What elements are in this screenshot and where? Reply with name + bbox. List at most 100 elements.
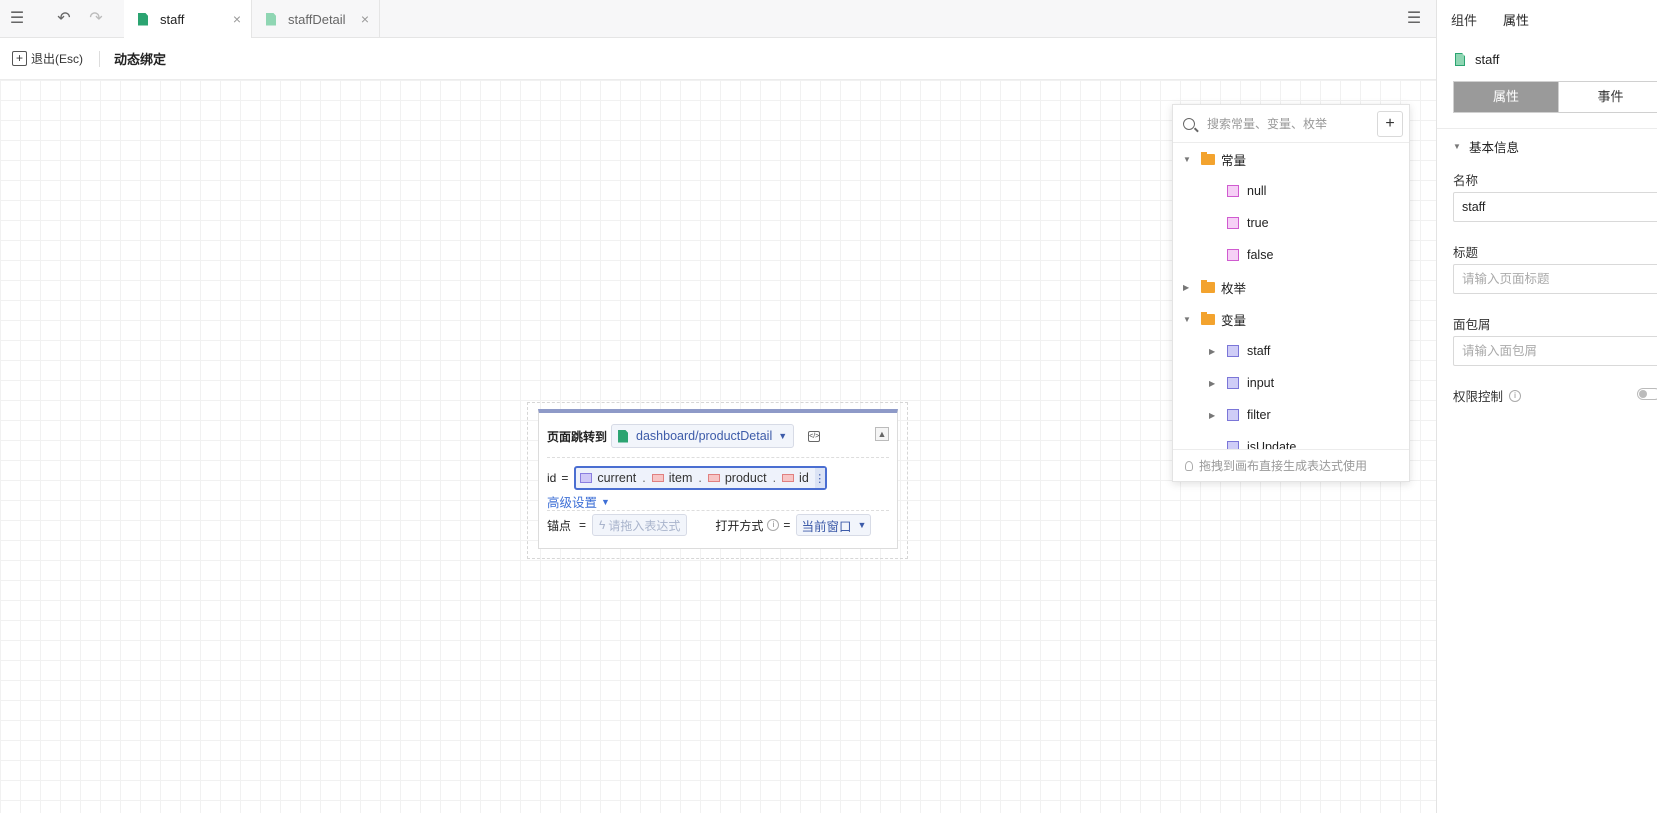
permission-label: 权限控制 [1453,390,1504,404]
info-icon[interactable]: i [1509,389,1522,402]
equals-sign: = [561,471,569,485]
page-jump-node[interactable]: 页面跳转到 dashboard/productDetail ▼ </> ▲ id… [538,409,898,549]
param-name: id [547,471,557,485]
collapse-icon[interactable]: ▼ [1453,142,1461,151]
name-input[interactable]: staff [1453,192,1657,222]
section-title: 基本信息 [1469,141,1520,155]
folder-icon [1201,311,1215,325]
chevron-down-icon: ▼ [857,520,867,530]
advanced-settings-link[interactable]: 高级设置 [547,492,597,511]
more-icon[interactable]: ⋮ [814,468,825,488]
tree-item-staff[interactable]: ▶ staff [1209,341,1270,361]
folder-icon [1201,151,1215,165]
undo-icon[interactable]: ↶ [54,9,74,29]
properties-panel: 组件 属性 staff 属性 事件 ▼ 基本信息 名称 staff 标题 请输入… [1436,0,1657,813]
tree-item-null[interactable]: null [1227,181,1266,201]
seg-events[interactable]: 事件 [1558,82,1657,112]
open-mode-select[interactable]: 当前窗口 ▼ [796,514,872,536]
mode-title: 动态绑定 [114,52,167,67]
close-icon[interactable]: × [233,11,241,27]
search-input[interactable]: 搜索常量、变量、枚举 [1207,115,1327,132]
expand-icon[interactable]: ▶ [1183,283,1191,292]
tree-item-false[interactable]: false [1227,245,1273,265]
open-mode-label: 打开方式 [715,518,764,533]
tree-label: staff [1247,344,1271,358]
info-icon[interactable]: i [767,519,780,531]
tab-staffdetail[interactable]: staffDetail × [252,0,380,38]
tab-staff[interactable]: staff × [124,0,252,38]
divider [1437,128,1657,129]
toolbar-divider [99,50,100,67]
exit-label: 退出(Esc) [31,52,83,66]
tree-folder-constants[interactable]: ▼ 常量 [1183,149,1246,169]
folder-icon [1201,279,1215,293]
search-bar[interactable]: 搜索常量、变量、枚举 + [1173,105,1409,143]
section-basic-info[interactable]: ▼ 基本信息 [1453,137,1519,156]
target-page-value: dashboard/productDetail [636,429,773,443]
node-header: 页面跳转到 dashboard/productDetail ▼ </> [547,424,821,448]
title-input[interactable]: 请输入页面标题 [1453,264,1657,294]
tree-label: 常量 [1221,153,1247,168]
expand-icon[interactable]: ▶ [1209,411,1217,420]
permission-row: 权限控制 i [1453,386,1525,405]
symbol-tree: ▼ 常量 null true false ▶ 枚举 ▼ 变量 ▶ staff ▶… [1173,143,1409,449]
panel-toggle-icon[interactable]: ☰ [1404,9,1424,29]
tab-components[interactable]: 组件 [1451,10,1477,29]
tree-folder-variables[interactable]: ▼ 变量 [1183,309,1246,329]
variable-icon [580,473,593,483]
expand-icon[interactable]: ▼ [1183,155,1191,164]
tab-label: staffDetail [288,11,346,27]
tab-label: staff [160,11,185,27]
tab-properties[interactable]: 属性 [1503,10,1529,29]
param-row: id = current . item . product . id ⋮ [547,466,827,490]
tree-item-true[interactable]: true [1227,213,1269,233]
tree-label: false [1247,248,1274,262]
property-icon [782,474,795,482]
variable-icon [1227,441,1239,449]
expand-icon[interactable]: ▼ [1183,315,1191,324]
page-file-icon [1455,53,1465,66]
bolt-icon: ϟ [599,518,606,532]
seg-properties[interactable]: 属性 [1454,82,1558,112]
selected-page: staff [1455,52,1499,67]
code-icon[interactable]: </> [808,430,821,442]
collapse-icon[interactable]: ▲ [875,427,889,441]
menu-collapse-icon[interactable]: ☰ [7,9,27,29]
breadcrumb-input[interactable]: 请输入面包屑 [1453,336,1657,366]
redo-icon[interactable]: ↷ [86,9,106,29]
lightbulb-icon [1185,460,1193,471]
node-selection-frame: 页面跳转到 dashboard/productDetail ▼ </> ▲ id… [527,402,908,559]
node-divider [547,510,889,511]
toolbar: + 退出(Esc) 动态绑定 [0,38,1436,80]
expand-icon[interactable]: ▶ [1209,347,1217,356]
chevron-down-icon[interactable]: ▼ [601,497,610,507]
tree-label: filter [1247,408,1271,422]
tree-item-filter[interactable]: ▶ filter [1209,405,1271,425]
tree-folder-enums[interactable]: ▶ 枚举 [1183,277,1246,297]
expr-dot: . [698,471,702,485]
property-icon [651,474,664,482]
expand-icon[interactable]: ▶ [1209,379,1217,388]
close-icon[interactable]: × [361,11,369,27]
tree-label: 变量 [1221,313,1247,328]
add-button[interactable]: + [1377,111,1403,137]
target-page-select[interactable]: dashboard/productDetail ▼ [611,424,795,448]
tree-label: true [1247,216,1269,230]
anchor-placeholder: 请拖入表达式 [608,518,681,533]
equals-sign: = [579,518,587,532]
permission-toggle[interactable] [1637,388,1657,400]
tree-label: null [1247,184,1267,198]
tree-label: isUpdate [1247,440,1297,449]
constant-icon [1227,217,1239,229]
expr-part: current [597,471,637,485]
expression-picker-panel: 搜索常量、变量、枚举 + ▼ 常量 null true false ▶ 枚举 ▼ [1172,104,1410,482]
variable-icon [1227,345,1239,357]
tree-item-input[interactable]: ▶ input [1209,373,1274,393]
tree-item-isupdate[interactable]: isUpdate [1209,437,1296,449]
top-bar: ☰ ↶ ↷ staff × staffDetail × ☰ [0,0,1436,38]
expr-dot: . [772,471,777,485]
exit-button[interactable]: + 退出(Esc) [12,50,83,67]
open-mode-value: 当前窗口 [801,519,852,534]
param-expression[interactable]: current . item . product . id ⋮ [574,466,827,490]
anchor-expression-input[interactable]: ϟ 请拖入表达式 [592,514,688,536]
